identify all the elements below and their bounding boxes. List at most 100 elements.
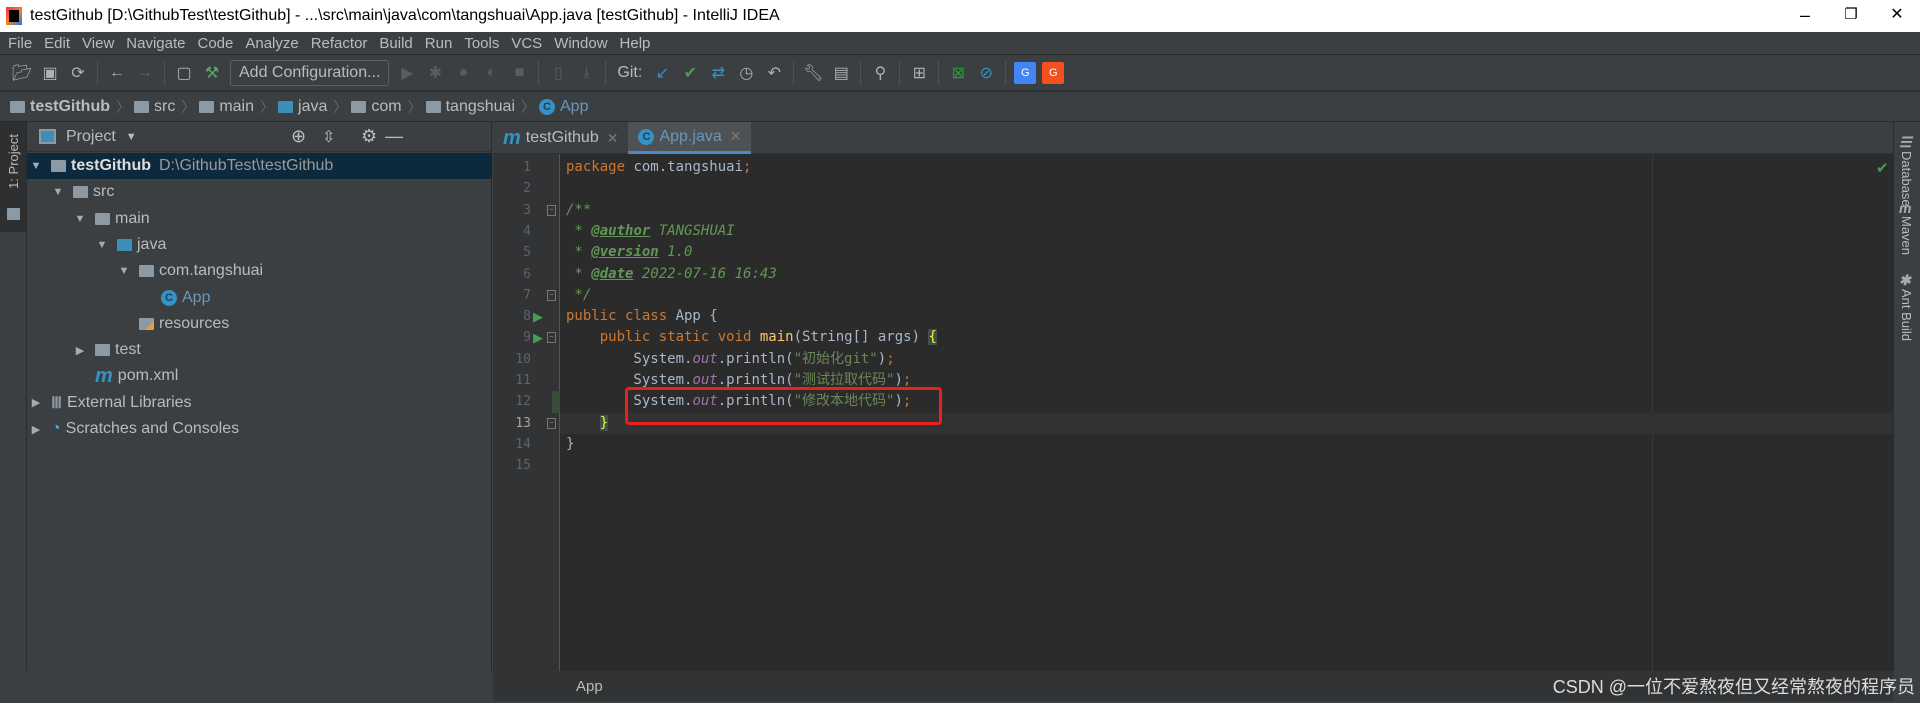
fold-icon[interactable]: −: [547, 332, 556, 344]
collapse-all-icon[interactable]: ⇳: [322, 127, 335, 147]
git-commit-icon[interactable]: ✔: [679, 62, 701, 84]
breadcrumb-item[interactable]: java 〉: [278, 97, 347, 117]
debug-icon[interactable]: ✱: [424, 62, 446, 84]
collapsed-arrow-icon[interactable]: ▶: [29, 423, 43, 436]
menu-code[interactable]: Code: [191, 35, 239, 52]
tree-item[interactable]: ▼ com.tangshuai: [27, 258, 492, 284]
expanded-arrow-icon[interactable]: ▼: [51, 186, 65, 198]
stop-icon[interactable]: ■: [508, 62, 530, 84]
locate-icon[interactable]: ⊕: [291, 126, 306, 147]
window-title: testGithub [D:\GithubTest\testGithub] - …: [30, 7, 780, 24]
tree-item[interactable]: ▶ test: [27, 337, 492, 363]
close-tab-icon[interactable]: ✕: [607, 130, 619, 147]
breadcrumb-item[interactable]: com 〉: [351, 97, 422, 117]
run-icon[interactable]: ▶: [396, 62, 418, 84]
gear-icon[interactable]: ⚙: [361, 126, 377, 147]
restore-button[interactable]: ❐: [1828, 0, 1874, 32]
google-translate-alt-icon[interactable]: G: [1042, 62, 1065, 84]
project-view-selector[interactable]: Project: [66, 128, 116, 146]
tool-tab-maven[interactable]: m Maven: [1899, 200, 1914, 260]
attach-icon[interactable]: ▯: [547, 62, 569, 84]
sync-icon[interactable]: ⟳: [67, 62, 89, 84]
tree-item[interactable]: m pom.xml: [27, 363, 492, 389]
breadcrumb-item[interactable]: C App: [539, 98, 588, 116]
save-icon[interactable]: ▣: [39, 62, 61, 84]
tree-item[interactable]: resources: [27, 311, 492, 337]
run-gutter-icon[interactable]: ▶: [533, 306, 543, 327]
breadcrumb-item[interactable]: src 〉: [134, 97, 195, 117]
expanded-arrow-icon[interactable]: ▼: [95, 239, 109, 251]
git-compare-icon[interactable]: ⇄: [707, 62, 729, 84]
collapsed-arrow-icon[interactable]: ▶: [73, 344, 87, 357]
code-token: @author: [591, 222, 651, 239]
tree-item[interactable]: ▼ testGithub D:\GithubTest\testGithub: [27, 153, 492, 179]
git-update-icon[interactable]: ↙: [651, 62, 673, 84]
activity-monitor-icon[interactable]: ⊠: [947, 62, 969, 84]
menu-run[interactable]: Run: [419, 35, 459, 52]
menu-navigate[interactable]: Navigate: [120, 35, 191, 52]
menu-refactor[interactable]: Refactor: [305, 35, 374, 52]
editor-tab[interactable]: m testGithub ✕: [493, 122, 628, 154]
build-hammer-icon[interactable]: ⚒: [201, 62, 223, 84]
tree-item[interactable]: ▼ java: [27, 232, 492, 258]
fold-icon[interactable]: −: [547, 204, 556, 216]
add-configuration-button[interactable]: Add Configuration...: [230, 60, 390, 86]
separator: [605, 61, 607, 85]
git-history-icon[interactable]: ◷: [735, 62, 757, 84]
collapsed-arrow-icon[interactable]: ▶: [29, 396, 43, 409]
coverage-icon[interactable]: ●: [452, 62, 474, 84]
back-icon[interactable]: ←: [106, 62, 128, 84]
menu-analyze[interactable]: Analyze: [239, 35, 304, 52]
tool-tab-ant-build[interactable]: ✱ Ant Build: [1899, 272, 1914, 346]
breadcrumb-item[interactable]: tangshuai 〉: [425, 97, 535, 117]
package-icon: [351, 100, 367, 113]
run-gutter-icon[interactable]: ▶: [533, 327, 543, 348]
disable-icon[interactable]: ⊘: [975, 62, 997, 84]
deploy-icon[interactable]: ⤓: [575, 62, 597, 84]
close-button[interactable]: ✕: [1874, 0, 1920, 32]
settings-wrench-icon[interactable]: 🔧︎: [802, 62, 824, 84]
menu-edit[interactable]: Edit: [38, 35, 76, 52]
editor-tab[interactable]: C App.java ✕: [628, 122, 752, 154]
project-tool-tab[interactable]: 1: Project: [0, 122, 26, 232]
menu-help[interactable]: Help: [614, 35, 657, 52]
git-rollback-icon[interactable]: ↶: [763, 62, 785, 84]
expanded-arrow-icon[interactable]: ▼: [117, 265, 131, 277]
minimize-button[interactable]: –: [1782, 0, 1828, 32]
tree-item[interactable]: ▼ main: [27, 206, 492, 232]
hide-icon[interactable]: —: [385, 126, 403, 147]
maven-icon: m: [95, 364, 113, 387]
close-tab-icon[interactable]: ✕: [730, 128, 742, 145]
code-token: @date: [591, 265, 634, 282]
menu-window[interactable]: Window: [548, 35, 613, 52]
editor-breadcrumb-item[interactable]: App: [576, 678, 603, 695]
breadcrumb-item[interactable]: main 〉: [199, 97, 274, 117]
profile-icon[interactable]: ◐: [480, 62, 502, 84]
code-area[interactable]: 1 2 3 4 5 6 7 8 9 10 11 12 13 14 15 ▶ ▶ − − − − ✔ package co…: [493, 154, 1893, 671]
menu-build[interactable]: Build: [373, 35, 418, 52]
tree-item[interactable]: ▼ src: [27, 179, 492, 205]
tree-item[interactable]: ▶ ◔ Scratches and Consoles: [27, 416, 492, 442]
menu-tools[interactable]: Tools: [458, 35, 505, 52]
open-icon[interactable]: 📂︎: [11, 62, 33, 84]
fold-icon[interactable]: −: [547, 417, 556, 429]
expanded-arrow-icon[interactable]: ▼: [29, 160, 43, 172]
menu-vcs[interactable]: VCS: [505, 35, 548, 52]
project-structure-icon[interactable]: ▤: [830, 62, 852, 84]
menu-file[interactable]: File: [2, 35, 38, 52]
expanded-arrow-icon[interactable]: ▼: [73, 213, 87, 225]
breadcrumb-item[interactable]: testGithub 〉: [10, 97, 130, 117]
search-icon[interactable]: ⚲: [869, 62, 891, 84]
tree-item[interactable]: ▶ Ⅲ External Libraries: [27, 390, 492, 416]
fold-icon[interactable]: −: [547, 289, 556, 301]
separator: [97, 61, 98, 85]
menu-view[interactable]: View: [76, 35, 120, 52]
forward-icon[interactable]: →: [134, 62, 156, 84]
tree-item[interactable]: C App: [27, 285, 492, 311]
code-token: System.: [566, 350, 693, 367]
google-translate-icon[interactable]: G: [1014, 62, 1037, 84]
chevron-down-icon[interactable]: ▼: [126, 131, 137, 143]
run-window-icon[interactable]: ▢: [173, 62, 195, 84]
plugin-icon[interactable]: ⊞: [908, 62, 930, 84]
project-folder-icon: [10, 100, 25, 113]
